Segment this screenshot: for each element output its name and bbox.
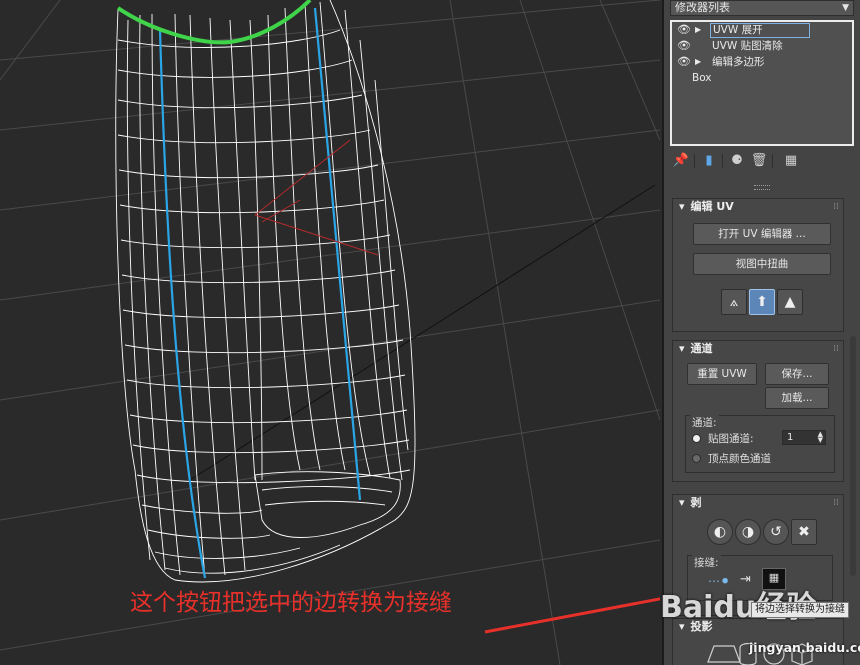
- expand-triangle-icon[interactable]: ▶: [695, 54, 701, 70]
- configure-sets-icon[interactable]: ▦: [782, 152, 800, 170]
- save-button[interactable]: 保存...: [765, 363, 829, 385]
- trash-icon[interactable]: 🗑: [750, 152, 768, 170]
- vertex-mode-icon[interactable]: ⟑: [721, 289, 747, 315]
- vertex-color-channel-radio[interactable]: [692, 454, 701, 463]
- reset-uvw-button[interactable]: 重置 UVW: [687, 363, 757, 385]
- stack-item-uvw-map-clear[interactable]: 👁 UVW 贴图清除: [672, 38, 852, 54]
- seam-tooltip: 将边选择转换为接缝: [751, 602, 849, 618]
- map-channel-value: 1: [787, 432, 794, 443]
- stack-item-box[interactable]: Box: [672, 70, 852, 86]
- rollout-edit-uv: ▾ 编辑 UV ⁞⁞ 打开 UV 编辑器 ... 视图中扭曲 ⟑ ⬆ ▲: [672, 198, 844, 332]
- watermark-site-url: jingyan.baidu.com: [749, 640, 860, 655]
- channel-groupbox: 通道: 贴图通道: 1 ▲ ▼ 顶点颜色通道: [685, 415, 835, 473]
- groupbox-title: 接缝:: [692, 555, 721, 570]
- tweak-in-view-button[interactable]: 视图中扭曲: [693, 253, 831, 275]
- toolbar-divider: [722, 154, 723, 168]
- stack-toolbar: 📌 ▮ ⚈ 🗑 ▦: [670, 152, 854, 172]
- collapse-icon: ▾: [679, 200, 685, 213]
- drag-handle-icon[interactable]: ⁞⁞: [833, 341, 839, 357]
- viewport-grid: [0, 0, 660, 665]
- show-end-result-icon[interactable]: ▮: [700, 152, 718, 170]
- eye-icon[interactable]: 👁: [676, 54, 692, 70]
- collapse-icon: ▾: [679, 342, 685, 355]
- modifier-stack[interactable]: 👁 ▶ UVW 展开 👁 UVW 贴图清除 👁 ▶ 编辑多边形 Box: [670, 20, 854, 146]
- map-channel-spinner[interactable]: 1 ▲ ▼: [782, 430, 826, 445]
- rollout-title: 编辑 UV: [690, 200, 734, 213]
- pin-stack-icon[interactable]: 📌: [672, 152, 690, 170]
- rollout-header[interactable]: ▾ 编辑 UV ⁞⁞: [673, 199, 843, 215]
- modifier-list-dropdown[interactable]: 修改器列表 ▼: [670, 0, 854, 16]
- map-channel-radio[interactable]: [692, 434, 701, 443]
- pelt-map-icon[interactable]: ✖: [791, 519, 817, 545]
- collapse-icon: ▾: [679, 496, 685, 509]
- stack-item-edit-poly[interactable]: 👁 ▶ 编辑多边形: [672, 54, 852, 70]
- annotation-caption: 这个按钮把选中的边转换为接缝: [130, 590, 452, 616]
- quick-peel-icon[interactable]: ◐: [707, 519, 733, 545]
- load-button[interactable]: 加载...: [765, 387, 829, 409]
- viewport-perspective[interactable]: [0, 0, 660, 665]
- mesh-wireframe: [115, 0, 416, 583]
- groupbox-title: 通道:: [690, 415, 719, 430]
- modifier-list-label: 修改器列表: [675, 1, 730, 14]
- eye-icon[interactable]: 👁: [676, 38, 692, 54]
- edge-mode-icon[interactable]: ⬆: [749, 289, 775, 315]
- open-uv-editor-button[interactable]: 打开 UV 编辑器 ...: [693, 223, 831, 245]
- selected-edge-loop: [116, 0, 312, 45]
- axis-line: [189, 184, 656, 481]
- eye-icon[interactable]: 👁: [676, 22, 692, 38]
- stack-item-label: Box: [692, 72, 712, 84]
- map-channel-label: 贴图通道:: [708, 433, 754, 445]
- reset-peel-icon[interactable]: ↺: [763, 519, 789, 545]
- drag-handle-icon[interactable]: ⁞⁞: [833, 495, 839, 511]
- rollout-title: 剥: [690, 496, 702, 509]
- drag-handle-icon[interactable]: ⁞⁞: [833, 199, 839, 215]
- rollout-channel: ▾ 通道 ⁞⁞ 重置 UVW 保存... 加载... 通道: 贴图通道: 1 ▲ ▼…: [672, 340, 844, 482]
- rollout-header[interactable]: ▾ 剥 ⁞⁞: [673, 495, 843, 511]
- spinner-arrows-icon[interactable]: ▲ ▼: [818, 431, 823, 444]
- stack-item-uvw-unwrap[interactable]: 👁 ▶ UVW 展开: [672, 22, 852, 38]
- toolbar-divider: [694, 154, 695, 168]
- make-unique-icon[interactable]: ⚈: [728, 152, 746, 170]
- stack-item-label: UVW 贴图清除: [712, 40, 783, 52]
- rollout-title: 通道: [690, 342, 713, 355]
- chevron-down-icon: ▼: [842, 3, 849, 13]
- toolbar-divider: [772, 154, 773, 168]
- panel-scrollbar[interactable]: [850, 336, 856, 576]
- vertex-color-channel-label: 顶点颜色通道: [708, 453, 771, 465]
- annotation-arrow: [484, 597, 660, 634]
- expand-triangle-icon[interactable]: ▶: [695, 22, 701, 38]
- stack-item-label: 编辑多边形: [712, 56, 765, 68]
- planar-map-icon[interactable]: [707, 645, 741, 663]
- peel-mode-icon[interactable]: ◑: [735, 519, 761, 545]
- wireframe-model: [0, 0, 660, 665]
- face-mode-icon[interactable]: ▲: [777, 289, 803, 315]
- rollout-header[interactable]: ▾ 通道 ⁞⁞: [673, 341, 843, 357]
- command-panel: 修改器列表 ▼ 👁 ▶ UVW 展开 👁 UVW 贴图清除 👁 ▶ 编辑多边形 …: [662, 0, 860, 665]
- panel-resize-grip[interactable]: [754, 185, 770, 190]
- stack-item-label: UVW 展开: [710, 23, 810, 38]
